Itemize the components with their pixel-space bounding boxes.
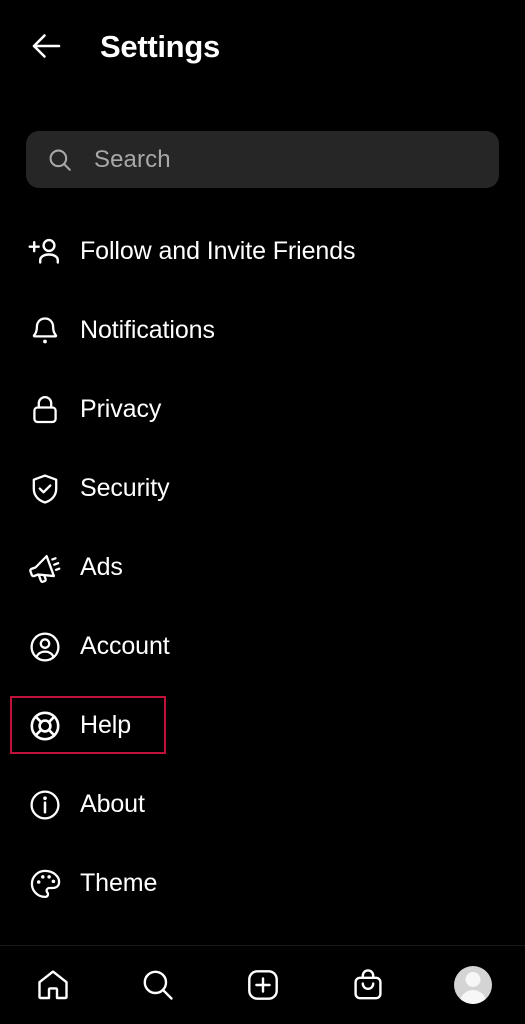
nav-profile[interactable]: [420, 946, 525, 1024]
header-bar: Settings: [0, 0, 525, 92]
settings-item-help[interactable]: Help: [0, 686, 525, 765]
settings-item-privacy[interactable]: Privacy: [0, 370, 525, 449]
settings-item-label: Privacy: [80, 397, 161, 422]
account-circle-icon: [26, 628, 64, 666]
search-placeholder: Search: [94, 148, 171, 172]
person-add-icon: [26, 233, 64, 271]
plus-square-icon: [244, 966, 282, 1004]
palette-icon: [26, 865, 64, 903]
settings-item-notifications[interactable]: Notifications: [0, 291, 525, 370]
search-icon: [139, 966, 177, 1004]
settings-item-ads[interactable]: Ads: [0, 528, 525, 607]
search-container: Search: [26, 131, 499, 188]
search-input[interactable]: Search: [26, 131, 499, 188]
settings-list: Follow and Invite Friends Notifications …: [0, 212, 525, 923]
back-button[interactable]: [14, 14, 78, 78]
settings-item-label: Theme: [80, 871, 157, 896]
avatar: [454, 966, 492, 1004]
lifebuoy-icon: [26, 707, 64, 745]
settings-item-label: Follow and Invite Friends: [80, 239, 355, 264]
settings-item-label: Notifications: [80, 318, 215, 343]
nav-create[interactable]: [210, 946, 315, 1024]
settings-item-label: About: [80, 792, 145, 817]
nav-search[interactable]: [105, 946, 210, 1024]
page-title: Settings: [100, 31, 220, 62]
settings-item-security[interactable]: Security: [0, 449, 525, 528]
back-arrow-icon: [26, 26, 66, 66]
settings-item-theme[interactable]: Theme: [0, 844, 525, 923]
settings-item-label: Security: [80, 476, 170, 501]
home-icon: [34, 966, 72, 1004]
settings-item-account[interactable]: Account: [0, 607, 525, 686]
shield-check-icon: [26, 470, 64, 508]
settings-item-label: Ads: [80, 555, 123, 580]
settings-item-label: Help: [80, 713, 131, 738]
settings-item-label: Account: [80, 634, 170, 659]
settings-item-follow-and-invite-friends[interactable]: Follow and Invite Friends: [0, 212, 525, 291]
bottom-navigation-bar: [0, 945, 525, 1024]
settings-screen: Settings Search Follow and Invite Friend…: [0, 0, 525, 1024]
lock-icon: [26, 391, 64, 429]
nav-home[interactable]: [0, 946, 105, 1024]
info-circle-icon: [26, 786, 64, 824]
settings-item-about[interactable]: About: [0, 765, 525, 844]
nav-shop[interactable]: [315, 946, 420, 1024]
search-icon: [47, 147, 73, 173]
shopping-bag-icon: [349, 966, 387, 1004]
bell-icon: [26, 312, 64, 350]
megaphone-icon: [26, 549, 64, 587]
